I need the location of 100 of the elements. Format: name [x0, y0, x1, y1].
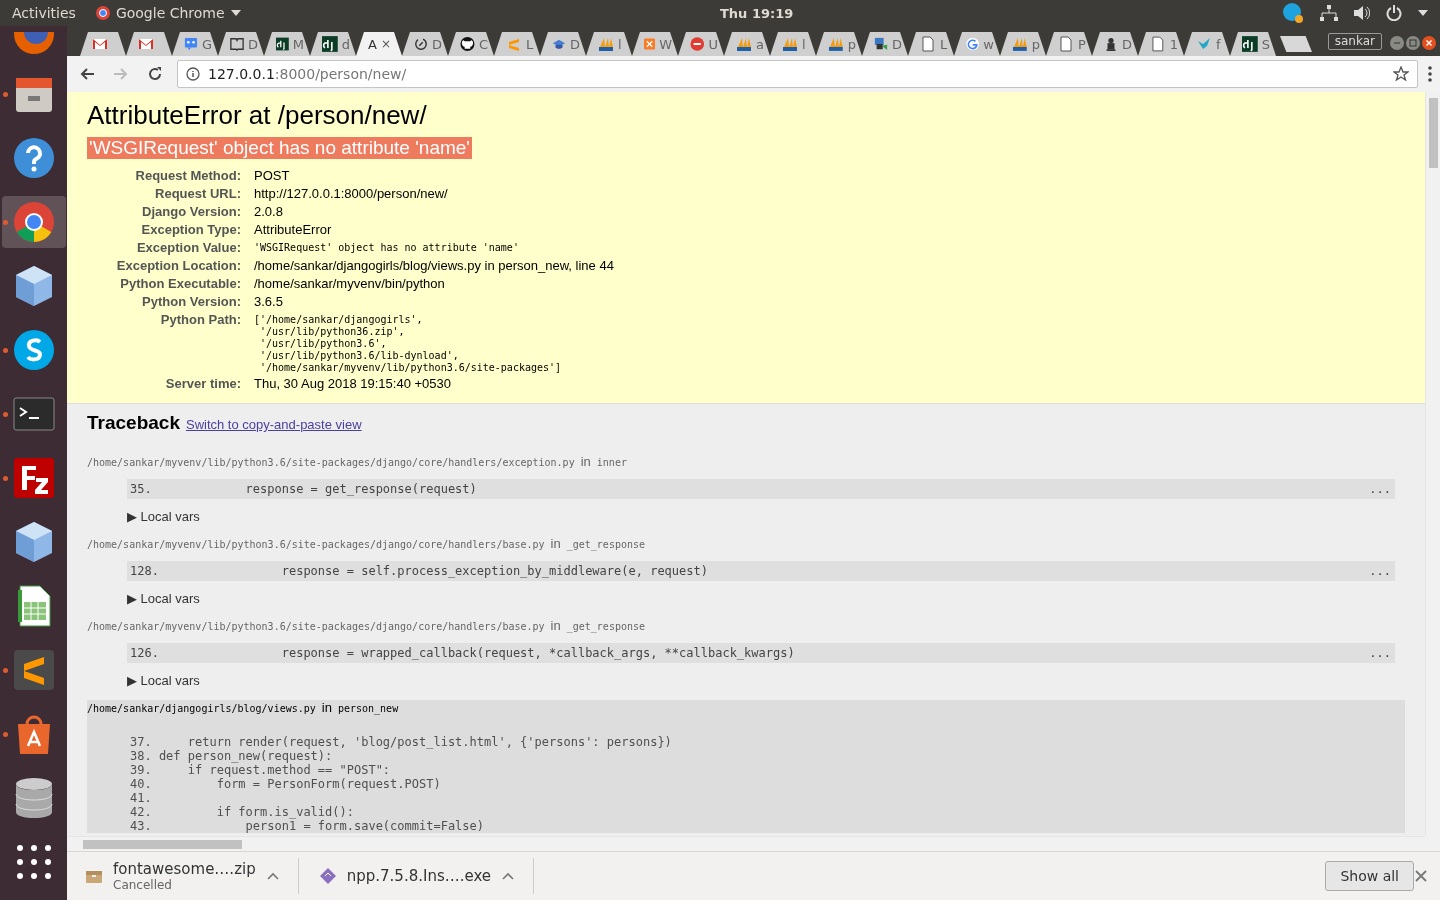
field-label: Python Path: — [159, 311, 242, 329]
favicon-icon — [322, 36, 338, 52]
favicon-icon — [1196, 36, 1212, 52]
profile-button[interactable]: sankar — [1327, 33, 1382, 50]
line-number: 40. — [130, 777, 153, 791]
local-vars-toggle[interactable]: ▶ Local vars — [127, 673, 1405, 688]
field-value: ['/home/sankar/djangogirls', '/usr/lib/python36.zip', '/usr/lib/python3.6', '/usr/lib/python3.6/lib-dynload', '/home/sankar/myvenv/lib/python3.6/site-packages'] — [253, 313, 563, 375]
browser-tab[interactable]: U — [678, 32, 724, 56]
app-icon — [11, 200, 56, 244]
favicon-icon — [736, 36, 752, 52]
browser-tab[interactable]: D — [1092, 32, 1138, 56]
clock[interactable]: Thu 19:19 — [720, 5, 794, 21]
code-line: form = PersonForm(request.POST) — [215, 777, 441, 791]
volume-icon[interactable] — [1354, 6, 1370, 20]
context-line-bar[interactable]: 128. response = self.process_exception_by_middleware(e, request) ... — [127, 561, 1395, 581]
browser-tab[interactable]: W — [632, 32, 678, 56]
show-all-button[interactable]: Show all — [1325, 861, 1414, 891]
field-label: Exception Value: — [135, 239, 242, 257]
minimize-icon[interactable] — [1390, 36, 1404, 50]
browser-tab[interactable]: l — [770, 32, 816, 56]
line-number: 39. — [130, 763, 153, 777]
power-icon[interactable] — [1386, 5, 1402, 21]
info-icon[interactable] — [186, 67, 200, 81]
bookmark-star-icon[interactable] — [1393, 66, 1409, 82]
url-host: 127.0.0.1 — [208, 66, 275, 82]
frame-location: /home/sankar/myvenv/lib/python3.6/site-packages/django/core/handlers/base.py in _get_response — [87, 618, 646, 633]
app-icon — [11, 328, 56, 372]
browser-tab[interactable]: M — [264, 32, 310, 56]
close-icon[interactable]: × — [380, 37, 391, 51]
favicon-icon — [598, 36, 614, 52]
code-line: if request.method == "POST": — [186, 763, 391, 777]
local-vars-toggle[interactable]: ▶ Local vars — [127, 591, 1405, 606]
line-number: 41. — [130, 791, 153, 805]
local-vars-toggle[interactable]: ▶ Local vars — [127, 509, 1405, 524]
launcher-item[interactable] — [1, 196, 66, 248]
horizontal-scrollbar[interactable] — [67, 836, 1425, 851]
browser-tab[interactable]: d — [310, 32, 356, 56]
app-menu[interactable]: Google Chrome — [115, 5, 225, 21]
browser-tab[interactable]: f — [1184, 32, 1230, 56]
reload-icon — [147, 66, 163, 82]
field-label: Exception Type: — [140, 221, 242, 239]
browser-tab[interactable]: L — [908, 32, 954, 56]
field-label: Request Method: — [134, 167, 242, 185]
favicon-icon — [276, 36, 289, 52]
code-line: return render(request, 'blog/post_list.html', {'persons': persons}) — [186, 735, 672, 749]
browser-tab[interactable]: S — [1230, 32, 1276, 56]
activities-button[interactable]: Activities — [12, 5, 76, 21]
browser-tab[interactable]: G — [172, 32, 218, 56]
browser-tab[interactable] — [126, 32, 172, 56]
new-tab-button[interactable] — [1280, 36, 1312, 52]
field-value: /home/sankar/myvenv/bin/python — [253, 275, 446, 293]
favicon-icon — [966, 36, 980, 52]
view-toggle-link[interactable]: Switch to copy-and-paste view — [185, 417, 362, 432]
caret-icon[interactable] — [230, 10, 241, 16]
scroll-thumb[interactable] — [83, 839, 242, 849]
favicon-icon — [828, 36, 844, 52]
favicon-icon — [920, 36, 936, 52]
favicon-icon — [460, 36, 475, 52]
caret-icon[interactable] — [1418, 10, 1428, 16]
browser-tab[interactable]: 1 — [1138, 32, 1184, 56]
field-label: Python Version: — [141, 293, 242, 311]
favicon-icon — [1242, 36, 1258, 52]
frame-location: /home/sankar/myvenv/lib/python3.6/site-packages/django/core/handlers/base.py in _get_response — [87, 536, 646, 551]
close-icon[interactable] — [1422, 36, 1436, 50]
browser-tab[interactable]: A × — [356, 32, 402, 56]
app-icon — [11, 136, 56, 180]
favicon-icon — [138, 36, 154, 52]
field-value: /home/sankar/djangogirls/blog/views.py in person_new, line 44 — [253, 257, 615, 275]
browser-tab[interactable]: p — [1000, 32, 1046, 56]
error-title: AttributeError at /person/new/ — [87, 100, 428, 131]
menu-icon[interactable] — [1428, 66, 1432, 82]
network-icon[interactable] — [1320, 5, 1338, 21]
file-name: npp.7.5.8.Ins….exe — [346, 867, 492, 885]
browser-tab[interactable]: D — [218, 32, 264, 56]
favicon-icon — [414, 36, 428, 52]
browser-tab[interactable]: L — [494, 32, 540, 56]
browser-tab[interactable]: C — [448, 32, 494, 56]
browser-tab[interactable]: w — [954, 32, 1000, 56]
browser-tab[interactable]: p — [816, 32, 862, 56]
browser-tab[interactable]: D — [862, 32, 908, 56]
browser-tab[interactable] — [80, 32, 126, 56]
favicon-icon — [1104, 36, 1118, 52]
browser-tab[interactable]: a — [724, 32, 770, 56]
favicon-icon — [1150, 36, 1166, 52]
browser-tab[interactable]: D — [540, 32, 586, 56]
line-number: 37. — [130, 735, 153, 749]
browser-tab[interactable]: D — [402, 32, 448, 56]
browser-tab[interactable]: P — [1046, 32, 1092, 56]
scroll-thumb[interactable] — [1428, 98, 1438, 168]
field-label: Request URL: — [154, 185, 242, 203]
chat-status-icon[interactable] — [1282, 2, 1304, 24]
context-line-bar[interactable]: 126. response = wrapped_callback(request, *callback_args, **callback_kwargs) ... — [127, 643, 1395, 663]
download-item[interactable]: npp.7.5.8.Ins….exe — [318, 858, 535, 894]
context-line-bar[interactable]: 35. response = get_response(request) ... — [127, 479, 1395, 499]
browser-tab[interactable]: l — [586, 32, 632, 56]
download-status: Cancelled — [113, 878, 173, 892]
download-item[interactable]: fontawesome….zip Cancelled — [85, 858, 299, 894]
field-label: Server time: — [164, 375, 242, 393]
favicon-icon — [874, 36, 888, 52]
address-bar[interactable]: 127.0.0.1:8000/person/new/ — [177, 60, 1418, 88]
